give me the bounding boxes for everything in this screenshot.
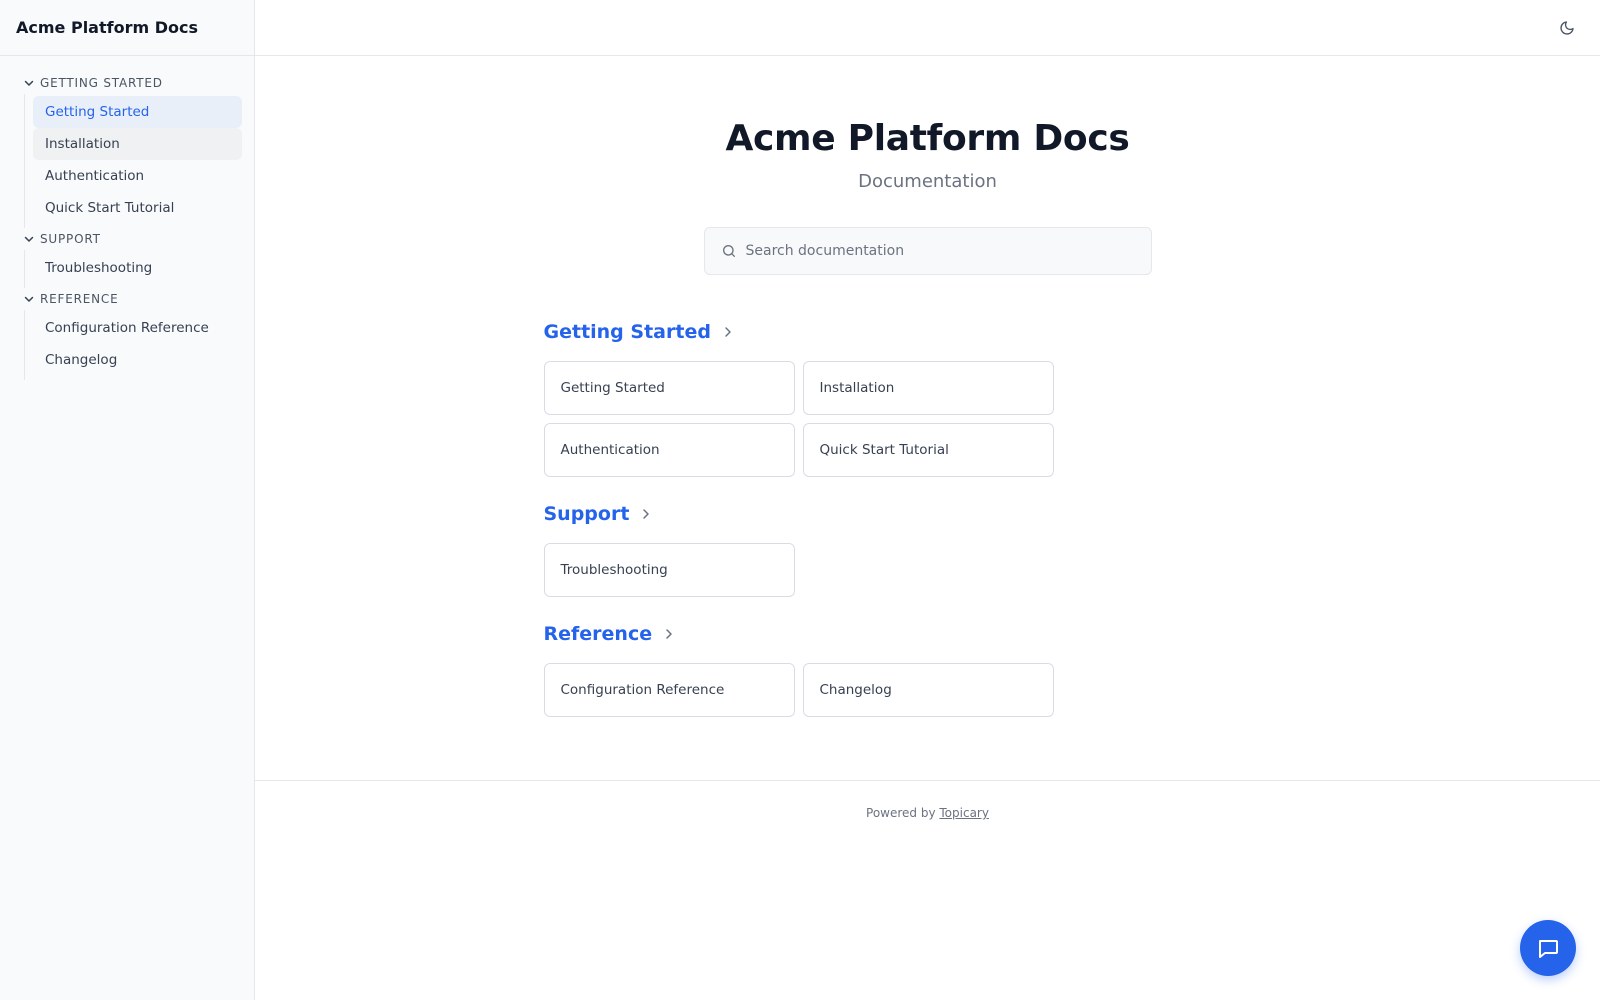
nav-group-reference: REFERENCE Configuration Reference Change…	[0, 288, 254, 380]
sidebar-item-authentication[interactable]: Authentication	[33, 160, 242, 192]
card-installation[interactable]: Installation	[802, 361, 1054, 415]
section-support: Support Troubleshooting	[543, 499, 1312, 597]
moon-icon	[1560, 21, 1574, 35]
group-label: GETTING STARTED	[40, 76, 163, 90]
group-label: SUPPORT	[40, 232, 101, 246]
page-title: Acme Platform Docs	[725, 118, 1130, 159]
hero: Acme Platform Docs Documentation	[255, 56, 1600, 275]
sidebar-item-quick-start-tutorial[interactable]: Quick Start Tutorial	[33, 192, 242, 224]
section-title: Support	[543, 503, 630, 525]
main-content: Acme Platform Docs Documentation Getting…	[255, 56, 1600, 739]
sidebar-header: Acme Platform Docs	[0, 0, 254, 56]
search-icon	[722, 245, 735, 257]
section-title: Reference	[543, 623, 653, 645]
section-link-reference[interactable]: Reference	[544, 619, 677, 649]
footer: Powered by Topicary	[255, 780, 1600, 820]
footer-link-topicary[interactable]: Topicary	[939, 806, 989, 820]
section-reference: Reference Configuration Reference Change…	[543, 619, 1312, 717]
section-link-support[interactable]: Support	[544, 499, 654, 529]
chevron-down-icon	[24, 80, 34, 86]
section-getting-started: Getting Started Getting Started Installa…	[543, 317, 1312, 477]
chevron-right-icon	[666, 629, 672, 639]
chevron-right-icon	[725, 327, 731, 337]
sidebar-item-getting-started[interactable]: Getting Started	[33, 96, 242, 128]
sidebar: Acme Platform Docs GETTING STARTED Getti…	[0, 0, 255, 1000]
chat-icon	[1539, 940, 1558, 958]
card-authentication[interactable]: Authentication	[543, 423, 795, 477]
site-title[interactable]: Acme Platform Docs	[16, 18, 198, 37]
card-grid: Troubleshooting	[543, 543, 1312, 597]
group-items: Configuration Reference Changelog	[24, 310, 254, 380]
chevron-down-icon	[24, 296, 34, 302]
section-link-getting-started[interactable]: Getting Started	[544, 317, 735, 347]
group-toggle-reference[interactable]: REFERENCE	[0, 288, 254, 310]
search-input[interactable]	[745, 243, 1151, 259]
sidebar-item-troubleshooting[interactable]: Troubleshooting	[33, 252, 242, 284]
page-subtitle: Documentation	[858, 171, 997, 192]
sidebar-item-installation[interactable]: Installation	[33, 128, 242, 160]
chat-button[interactable]	[1520, 920, 1576, 976]
chevron-down-icon	[24, 236, 34, 242]
sections: Getting Started Getting Started Installa…	[543, 317, 1312, 717]
card-troubleshooting[interactable]: Troubleshooting	[543, 543, 795, 597]
section-title: Getting Started	[543, 321, 711, 343]
nav-group-getting-started: GETTING STARTED Getting Started Installa…	[0, 72, 254, 228]
card-grid: Getting Started Installation Authenticat…	[543, 361, 1312, 477]
group-items: Getting Started Installation Authenticat…	[24, 94, 254, 228]
group-label: REFERENCE	[40, 292, 119, 306]
top-bar	[255, 0, 1600, 56]
card-changelog[interactable]: Changelog	[802, 663, 1054, 717]
card-grid: Configuration Reference Changelog	[543, 663, 1312, 717]
sidebar-item-changelog[interactable]: Changelog	[33, 344, 242, 376]
nav-group-support: SUPPORT Troubleshooting	[0, 228, 254, 288]
sidebar-item-configuration-reference[interactable]: Configuration Reference	[33, 312, 242, 344]
chevron-right-icon	[643, 509, 650, 519]
card-getting-started[interactable]: Getting Started	[543, 361, 795, 415]
group-toggle-getting-started[interactable]: GETTING STARTED	[0, 72, 254, 94]
group-items: Troubleshooting	[24, 250, 254, 288]
card-quick-start-tutorial[interactable]: Quick Start Tutorial	[802, 423, 1054, 477]
footer-prefix: Powered by	[866, 806, 940, 820]
search-box[interactable]	[703, 227, 1152, 275]
card-configuration-reference[interactable]: Configuration Reference	[543, 663, 795, 717]
group-toggle-support[interactable]: SUPPORT	[0, 228, 254, 250]
sidebar-nav: GETTING STARTED Getting Started Installa…	[0, 56, 254, 380]
theme-toggle-button[interactable]	[1556, 17, 1578, 39]
